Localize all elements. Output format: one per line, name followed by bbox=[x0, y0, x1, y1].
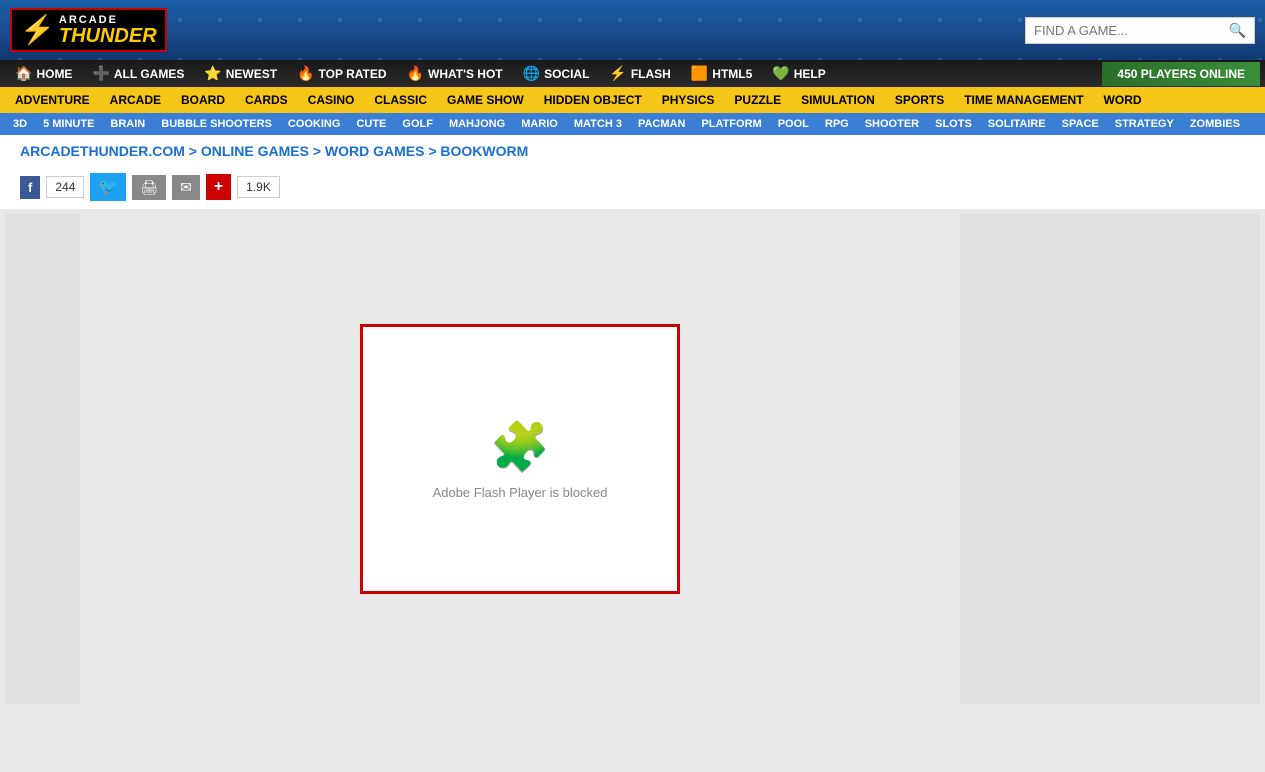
logo[interactable]: ⚡ ARCADE THUNDER bbox=[10, 8, 167, 52]
nav2: ADVENTURE ARCADE BOARD CARDS CASINO CLAS… bbox=[0, 87, 1265, 113]
nav3-platform[interactable]: PLATFORM bbox=[693, 113, 769, 135]
nav3-cooking[interactable]: COOKING bbox=[280, 113, 349, 135]
nav1-all-games-label: ALL GAMES bbox=[114, 67, 184, 81]
logo-box: ⚡ ARCADE THUNDER bbox=[10, 8, 167, 52]
nav1-newest[interactable]: ⭐ NEWEST bbox=[194, 60, 287, 87]
nav3-solitaire[interactable]: SOLITAIRE bbox=[980, 113, 1054, 135]
facebook-button[interactable]: f bbox=[20, 176, 40, 199]
print-button[interactable]: 🖨 bbox=[132, 175, 166, 200]
header: ⚡ ARCADE THUNDER 🔍 bbox=[0, 0, 1265, 60]
nav2-arcade[interactable]: ARCADE bbox=[100, 87, 171, 113]
nav2-simulation[interactable]: SIMULATION bbox=[791, 87, 885, 113]
nav3-brain[interactable]: BRAIN bbox=[102, 113, 153, 135]
breadcrumb-area: ARCADETHUNDER.COM > ONLINE GAMES > WORD … bbox=[0, 135, 1265, 169]
nav1-newest-label: NEWEST bbox=[226, 67, 277, 81]
nav3-5minute[interactable]: 5 MINUTE bbox=[35, 113, 102, 135]
nav2-game-show[interactable]: GAME SHOW bbox=[437, 87, 534, 113]
nav2-casino[interactable]: CASINO bbox=[298, 87, 365, 113]
nav1-whats-hot[interactable]: 🔥 WHAT'S HOT bbox=[397, 60, 513, 87]
plus-count: 1.9K bbox=[237, 176, 280, 198]
nav3-match3[interactable]: MATCH 3 bbox=[566, 113, 630, 135]
nav1-social[interactable]: 🌐 SOCIAL bbox=[513, 60, 600, 87]
top-rated-icon: 🔥 bbox=[297, 65, 314, 82]
nav1-home-label: HOME bbox=[36, 67, 72, 81]
nav2-adventure[interactable]: ADVENTURE bbox=[5, 87, 100, 113]
lightning-icon: ⚡ bbox=[20, 16, 55, 44]
twitter-button[interactable]: 🐦 bbox=[90, 173, 126, 201]
search-icon: 🔍 bbox=[1229, 22, 1246, 39]
all-games-icon: ➕ bbox=[92, 65, 109, 82]
nav1-help-label: HELP bbox=[794, 67, 826, 81]
nav1-help[interactable]: 💚 HELP bbox=[762, 60, 835, 87]
whats-hot-icon: 🔥 bbox=[407, 65, 424, 82]
nav3-zombies[interactable]: ZOMBIES bbox=[1182, 113, 1248, 135]
nav2-classic[interactable]: CLASSIC bbox=[364, 87, 437, 113]
game-area: 🧩 Adobe Flash Player is blocked bbox=[85, 214, 955, 704]
left-sidebar bbox=[5, 214, 80, 704]
players-online: 450 PLAYERS ONLINE bbox=[1102, 62, 1260, 86]
logo-text: ARCADE THUNDER bbox=[59, 14, 157, 46]
nav1-flash[interactable]: ⚡ FLASH bbox=[599, 60, 680, 87]
main-content: 🧩 Adobe Flash Player is blocked bbox=[0, 209, 1265, 709]
nav3-slots[interactable]: SLOTS bbox=[927, 113, 980, 135]
nav3-mario[interactable]: MARIO bbox=[513, 113, 566, 135]
nav1-all-games[interactable]: ➕ ALL GAMES bbox=[82, 60, 194, 87]
nav1-social-label: SOCIAL bbox=[544, 67, 589, 81]
nav1-whats-hot-label: WHAT'S HOT bbox=[428, 67, 503, 81]
nav3-3d[interactable]: 3D bbox=[5, 113, 35, 135]
nav2-word[interactable]: WORD bbox=[1094, 87, 1152, 113]
nav1-html5-label: HTML5 bbox=[712, 67, 752, 81]
nav2-physics[interactable]: PHYSICS bbox=[652, 87, 725, 113]
nav2-hidden-object[interactable]: HIDDEN OBJECT bbox=[534, 87, 652, 113]
plus-icon: + bbox=[214, 178, 223, 196]
logo-thunder-text: THUNDER bbox=[59, 26, 157, 46]
nav1-flash-label: FLASH bbox=[631, 67, 671, 81]
html5-icon: 🟧 bbox=[691, 65, 708, 82]
search-input[interactable] bbox=[1034, 23, 1229, 38]
facebook-count: 244 bbox=[46, 176, 84, 198]
email-button[interactable]: ✉ bbox=[172, 175, 200, 200]
game-frame: 🧩 Adobe Flash Player is blocked bbox=[360, 324, 680, 594]
nav3-space[interactable]: SPACE bbox=[1054, 113, 1107, 135]
puzzle-icon: 🧩 bbox=[490, 418, 550, 475]
nav2-cards[interactable]: CARDS bbox=[235, 87, 298, 113]
plus-button[interactable]: + bbox=[206, 174, 231, 200]
nav3: 3D 5 MINUTE BRAIN BUBBLE SHOOTERS COOKIN… bbox=[0, 113, 1265, 135]
twitter-icon: 🐦 bbox=[98, 177, 118, 197]
newest-icon: ⭐ bbox=[204, 65, 221, 82]
social-icon: 🌐 bbox=[523, 65, 540, 82]
nav2-time-management[interactable]: TIME MANAGEMENT bbox=[954, 87, 1093, 113]
nav3-bubble-shooters[interactable]: BUBBLE SHOOTERS bbox=[153, 113, 280, 135]
social-bar: f 244 🐦 🖨 ✉ + 1.9K bbox=[0, 169, 1265, 209]
nav1: 🏠 HOME ➕ ALL GAMES ⭐ NEWEST 🔥 TOP RATED … bbox=[0, 60, 1265, 87]
print-icon: 🖨 bbox=[140, 179, 158, 196]
search-box[interactable]: 🔍 bbox=[1025, 17, 1255, 44]
facebook-icon: f bbox=[28, 180, 32, 195]
breadcrumb[interactable]: ARCADETHUNDER.COM > ONLINE GAMES > WORD … bbox=[20, 143, 528, 159]
nav3-cute[interactable]: CUTE bbox=[348, 113, 394, 135]
help-icon: 💚 bbox=[772, 65, 789, 82]
flash-icon: ⚡ bbox=[609, 65, 626, 82]
nav3-rpg[interactable]: RPG bbox=[817, 113, 857, 135]
nav1-home[interactable]: 🏠 HOME bbox=[5, 60, 82, 87]
nav3-mahjong[interactable]: MAHJONG bbox=[441, 113, 513, 135]
email-icon: ✉ bbox=[180, 179, 192, 196]
nav3-strategy[interactable]: STRATEGY bbox=[1107, 113, 1182, 135]
flash-blocked-text: Adobe Flash Player is blocked bbox=[433, 485, 608, 500]
nav2-board[interactable]: BOARD bbox=[171, 87, 235, 113]
nav3-pacman[interactable]: PACMAN bbox=[630, 113, 693, 135]
nav1-top-rated[interactable]: 🔥 TOP RATED bbox=[287, 60, 396, 87]
nav3-pool[interactable]: POOL bbox=[770, 113, 817, 135]
nav1-top-rated-label: TOP RATED bbox=[319, 67, 387, 81]
nav1-html5[interactable]: 🟧 HTML5 bbox=[681, 60, 762, 87]
nav2-puzzle[interactable]: PUZZLE bbox=[724, 87, 791, 113]
nav2-sports[interactable]: SPORTS bbox=[885, 87, 954, 113]
nav3-shooter[interactable]: SHOOTER bbox=[857, 113, 927, 135]
nav3-golf[interactable]: GOLF bbox=[394, 113, 441, 135]
home-icon: 🏠 bbox=[15, 65, 32, 82]
right-sidebar bbox=[960, 214, 1260, 704]
